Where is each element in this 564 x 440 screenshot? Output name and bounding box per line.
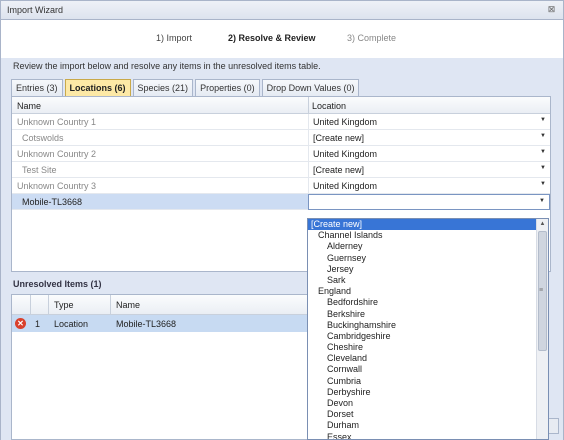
column-header-name[interactable]: Name <box>17 101 41 111</box>
location-value: [Create new] <box>313 133 365 143</box>
column-divider[interactable] <box>110 295 111 314</box>
location-dropdown[interactable]: United Kingdom ▼ <box>308 178 550 194</box>
close-icon[interactable]: ⊠ <box>546 4 557 15</box>
location-dropdown[interactable]: [Create new] ▼ <box>308 130 550 146</box>
dropdown-option[interactable]: Jersey <box>308 264 537 275</box>
scroll-grip-icon: ≡ <box>539 287 544 294</box>
table-row[interactable]: Test Site [Create new] ▼ <box>12 162 550 178</box>
step-import: 1) Import <box>156 33 193 43</box>
scroll-up-icon[interactable]: ▲ <box>537 219 548 230</box>
grid-header: Name Location <box>12 97 550 114</box>
tab-entries[interactable]: Entries (3) <box>11 79 63 96</box>
tab-locations[interactable]: Locations (6) <box>64 79 131 96</box>
title-bar: Import Wizard ⊠ <box>0 0 564 20</box>
table-row[interactable]: ✕ 1 Location Mobile-TL3668 <box>12 315 310 332</box>
dropdown-option[interactable]: Derbyshire <box>308 387 537 398</box>
row-name: Mobile-TL3668 <box>116 319 177 329</box>
dropdown-option[interactable]: Alderney <box>308 241 537 252</box>
row-name: Cotswolds <box>22 133 64 143</box>
location-dropdown[interactable]: United Kingdom ▼ <box>308 146 550 162</box>
dropdown-option[interactable]: Buckinghamshire <box>308 320 537 331</box>
dropdown-option[interactable]: Berkshire <box>308 309 537 320</box>
unresolved-grid-header: Type Name <box>12 295 310 315</box>
dropdown-option[interactable]: Sark <box>308 275 537 286</box>
location-dropdown-list[interactable]: [Create new] Channel Islands Alderney Guern… <box>307 218 549 440</box>
dropdown-arrow-icon[interactable]: ▼ <box>539 198 545 204</box>
row-name: Unknown Country 2 <box>17 149 97 159</box>
dropdown-option[interactable]: Devon <box>308 398 537 409</box>
dropdown-option[interactable]: Channel Islands <box>308 230 537 241</box>
table-row[interactable]: Cotswolds [Create new] ▼ <box>12 130 550 146</box>
error-icon: ✕ <box>15 318 26 329</box>
dropdown-arrow-icon[interactable]: ▼ <box>540 133 546 139</box>
step-complete: 3) Complete <box>347 33 397 43</box>
dropdown-option[interactable]: Bedfordshire <box>308 297 537 308</box>
unresolved-items-grid: Type Name ✕ 1 Location Mobile-TL3668 <box>11 294 311 440</box>
dropdown-option[interactable]: Essex <box>308 432 537 439</box>
dropdown-option-selected[interactable]: [Create new] <box>308 219 537 231</box>
column-divider[interactable] <box>308 97 309 113</box>
location-value: United Kingdom <box>313 149 378 159</box>
column-header-type[interactable]: Type <box>54 300 74 310</box>
tab-species[interactable]: Species (21) <box>132 79 194 96</box>
dropdown-options: [Create new] Channel Islands Alderney Guern… <box>308 219 537 439</box>
unresolved-items-title: Unresolved Items (1) <box>13 279 102 289</box>
location-value: United Kingdom <box>313 181 378 191</box>
row-index: 1 <box>35 319 41 329</box>
table-row-selected[interactable]: Mobile-TL3668 ▼ <box>12 194 550 210</box>
column-header-location[interactable]: Location <box>312 101 346 111</box>
dropdown-arrow-icon[interactable]: ▼ <box>540 117 546 123</box>
step-resolve-review: 2) Resolve & Review <box>228 33 316 43</box>
dropdown-option[interactable]: Dorset <box>308 409 537 420</box>
row-name: Test Site <box>22 165 57 175</box>
row-name: Unknown Country 3 <box>17 181 97 191</box>
location-value: [Create new] <box>313 165 365 175</box>
location-value: United Kingdom <box>313 117 378 127</box>
location-dropdown[interactable]: United Kingdom ▼ <box>308 114 550 130</box>
row-type: Location <box>54 319 89 329</box>
wizard-steps: 1) Import 2) Resolve & Review 3) Complet… <box>0 20 564 58</box>
dropdown-option[interactable]: England <box>308 286 537 297</box>
dropdown-option[interactable]: Cumbria <box>308 376 537 387</box>
dropdown-option[interactable]: Cheshire <box>308 342 537 353</box>
column-divider[interactable] <box>30 295 31 314</box>
location-dropdown-open[interactable]: ▼ <box>308 194 550 210</box>
row-name: Mobile-TL3668 <box>22 197 83 207</box>
dropdown-option[interactable]: Cambridgeshire <box>308 331 537 342</box>
dropdown-arrow-icon[interactable]: ▼ <box>540 181 546 187</box>
dropdown-option[interactable]: Cleveland <box>308 353 537 364</box>
tab-strip: Entries (3) Locations (6) Species (21) P… <box>11 79 361 96</box>
table-row[interactable]: Unknown Country 2 United Kingdom ▼ <box>12 146 550 162</box>
instructions-text: Review the import below and resolve any … <box>13 61 321 71</box>
table-row[interactable]: Unknown Country 3 United Kingdom ▼ <box>12 178 550 194</box>
row-name: Unknown Country 1 <box>17 117 97 127</box>
window-title: Import Wizard <box>7 5 64 15</box>
location-dropdown[interactable]: [Create new] ▼ <box>308 162 550 178</box>
dropdown-option[interactable]: Cornwall <box>308 364 537 375</box>
column-divider[interactable] <box>48 295 49 314</box>
table-row[interactable]: Unknown Country 1 United Kingdom ▼ <box>12 114 550 130</box>
tab-properties[interactable]: Properties (0) <box>195 79 260 96</box>
dropdown-arrow-icon[interactable]: ▼ <box>540 149 546 155</box>
tab-drop-down-values[interactable]: Drop Down Values (0) <box>261 79 360 96</box>
dropdown-scrollbar[interactable]: ▲ ≡ <box>536 219 548 439</box>
dropdown-option[interactable]: Durham <box>308 420 537 431</box>
dropdown-option[interactable]: Guernsey <box>308 253 537 264</box>
dropdown-arrow-icon[interactable]: ▼ <box>540 165 546 171</box>
column-header-name[interactable]: Name <box>116 300 140 310</box>
